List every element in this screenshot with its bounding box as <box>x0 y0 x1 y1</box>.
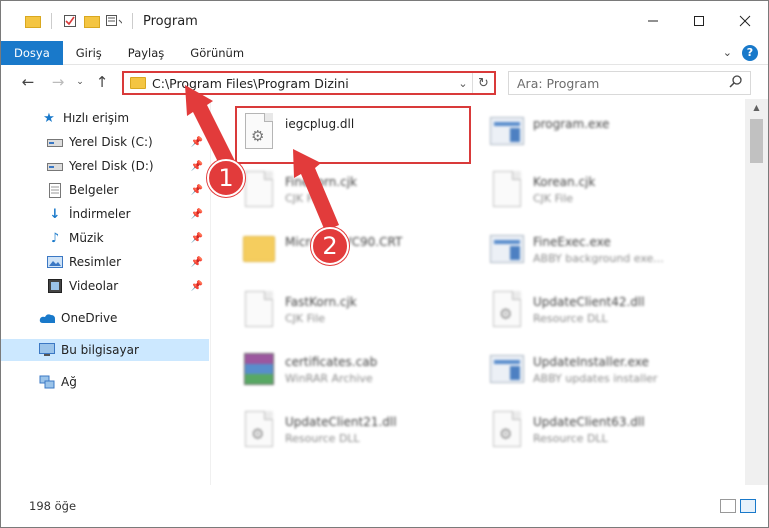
item-count: 198 öğe <box>29 499 77 513</box>
status-bar: 198 öğe <box>1 485 768 527</box>
step-badge-1: 1 <box>207 159 245 197</box>
file-explorer-window: Program Dosya Giriş Paylaş Görünüm ⌄ ? ←… <box>0 0 769 528</box>
view-toggle <box>720 499 756 513</box>
annotation-arrows <box>185 85 339 231</box>
details-view-icon[interactable] <box>720 499 736 513</box>
scrollbar-thumb[interactable] <box>750 119 763 163</box>
step-badge-2: 2 <box>311 227 349 265</box>
vertical-scrollbar[interactable]: ▲ <box>745 99 768 485</box>
scroll-up-icon[interactable]: ▲ <box>745 99 768 116</box>
large-icons-view-icon[interactable] <box>740 499 756 513</box>
arrow-2 <box>293 149 339 231</box>
